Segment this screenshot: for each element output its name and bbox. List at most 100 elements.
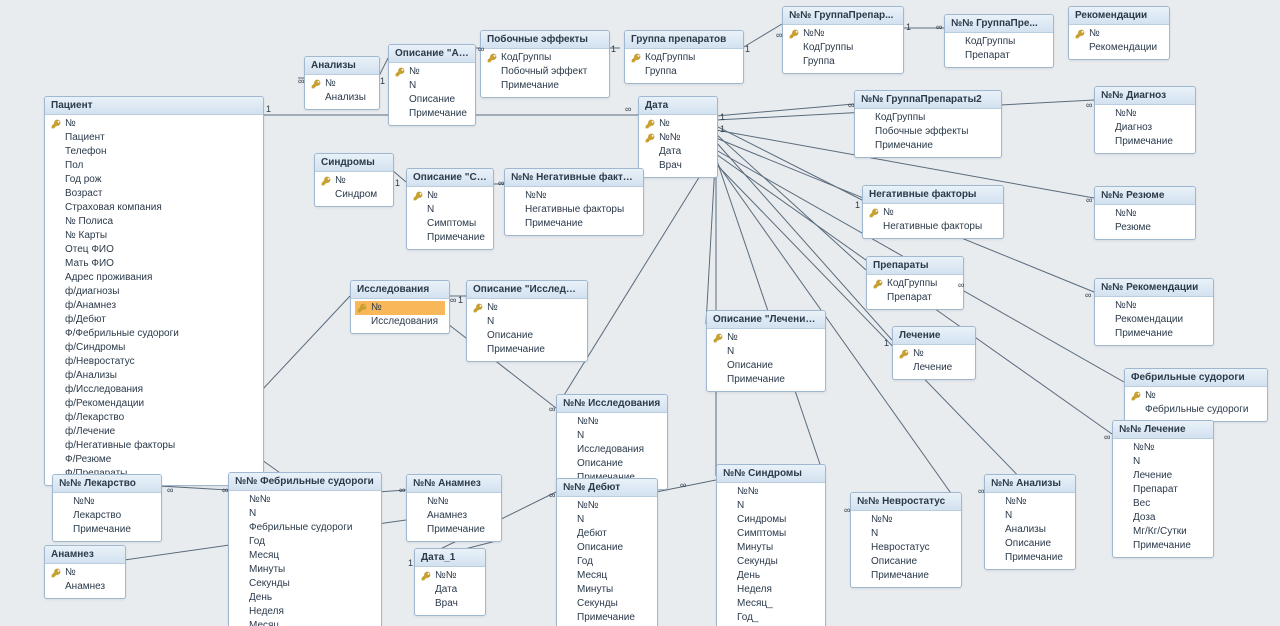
- table-t_nnres[interactable]: №№ Резюме№№Резюме: [1094, 186, 1196, 240]
- table-field[interactable]: Группа: [629, 65, 739, 79]
- table-field[interactable]: Описание: [561, 457, 663, 471]
- table-header[interactable]: Пациент: [45, 97, 263, 115]
- table-t_nngrp2[interactable]: №№ ГруппаПрепараты2КодГруппыПобочные эфф…: [854, 90, 1002, 158]
- table-field[interactable]: Лечение: [1117, 469, 1209, 483]
- table-header[interactable]: №№ Дебют: [557, 479, 657, 497]
- table-field[interactable]: Секунды: [561, 597, 653, 611]
- table-field[interactable]: Ф/Фебрильные судороги: [49, 327, 259, 341]
- table-field[interactable]: №№: [411, 495, 497, 509]
- table-field[interactable]: Примечание: [1117, 539, 1209, 553]
- table-field[interactable]: N: [855, 527, 957, 541]
- table-t_opissl[interactable]: Описание "Исследова... №NОписаниеПримечан…: [466, 280, 588, 362]
- table-field[interactable]: Фебрильные судороги: [1129, 403, 1263, 417]
- table-field[interactable]: Врач: [419, 597, 481, 611]
- table-field[interactable]: Препарат: [949, 49, 1049, 63]
- table-t_nnsynd[interactable]: №№ Синдромы№№NСиндромыСимптомыМинутыСеку…: [716, 464, 826, 626]
- table-field[interactable]: Месяц_: [233, 619, 377, 626]
- table-field[interactable]: КодГруппы: [949, 35, 1049, 49]
- table-field[interactable]: №№: [1099, 207, 1191, 221]
- table-field[interactable]: Год: [561, 555, 653, 569]
- table-field[interactable]: N: [471, 315, 583, 329]
- table-header[interactable]: Описание "Лечение"": [707, 311, 825, 329]
- table-t_date[interactable]: Дата№№№ДатаВрач: [638, 96, 718, 178]
- table-field[interactable]: №№: [509, 189, 639, 203]
- table-header[interactable]: Анализы: [305, 57, 379, 75]
- table-field[interactable]: №: [897, 347, 971, 361]
- table-field[interactable]: Адрес проживания: [49, 271, 259, 285]
- table-field[interactable]: Лекарство: [57, 509, 157, 523]
- table-field[interactable]: Примечание: [1099, 327, 1209, 341]
- table-field[interactable]: Доза: [1117, 511, 1209, 525]
- table-field[interactable]: №: [643, 117, 713, 131]
- table-field[interactable]: Негативные факторы: [867, 220, 999, 234]
- table-field[interactable]: Пол: [49, 159, 259, 173]
- table-header[interactable]: №№ Рекомендации: [1095, 279, 1213, 297]
- table-field[interactable]: Год_: [721, 611, 821, 625]
- table-field[interactable]: Синдромы: [721, 513, 821, 527]
- table-field[interactable]: Вес: [1117, 497, 1209, 511]
- table-field[interactable]: Рекомендации: [1073, 41, 1165, 55]
- table-header[interactable]: Исследования: [351, 281, 449, 299]
- table-field[interactable]: Описание: [989, 537, 1071, 551]
- table-header[interactable]: Лечение: [893, 327, 975, 345]
- table-t_side[interactable]: Побочные эффектыКодГруппыПобочный эффект…: [480, 30, 610, 98]
- table-field[interactable]: №№: [1117, 441, 1209, 455]
- table-field[interactable]: № Полиса: [49, 215, 259, 229]
- table-header[interactable]: Описание "Исследова...: [467, 281, 587, 299]
- table-t_nnissl[interactable]: №№ Исследования№№NИсследованияОписаниеПр…: [556, 394, 668, 490]
- table-field[interactable]: Месяц_: [721, 597, 821, 611]
- table-field[interactable]: Примечание: [1099, 135, 1191, 149]
- table-field[interactable]: N: [561, 513, 653, 527]
- table-t_neg[interactable]: Негативные факторы№Негативные факторы: [862, 185, 1004, 239]
- table-field[interactable]: Исследования: [561, 443, 663, 457]
- table-t_nnanam[interactable]: №№ Анамнез№№АнамнезПримечание: [406, 474, 502, 542]
- table-field[interactable]: Описание: [711, 359, 821, 373]
- table-t_prep[interactable]: ПрепаратыКодГруппыПрепарат: [866, 256, 964, 310]
- table-t_nnfeb[interactable]: №№ Фебрильные судороги№№NФебрильные судо…: [228, 472, 382, 626]
- table-field[interactable]: Дата: [643, 145, 713, 159]
- table-field[interactable]: Возраст: [49, 187, 259, 201]
- table-field[interactable]: Страховая компания: [49, 201, 259, 215]
- table-t_pat[interactable]: Пациент№ПациентТелефонПолГод рожВозрастС…: [44, 96, 264, 486]
- table-header[interactable]: Группа препаратов: [625, 31, 743, 49]
- table-header[interactable]: Синдромы: [315, 154, 393, 172]
- table-header[interactable]: №№ Диагноз: [1095, 87, 1195, 105]
- table-field[interactable]: ф/диагнозы: [49, 285, 259, 299]
- table-field[interactable]: День: [721, 569, 821, 583]
- table-t_nnlek[interactable]: №№ Лекарство№№ЛекарствоПримечание: [52, 474, 162, 542]
- table-field[interactable]: №: [355, 301, 445, 315]
- table-t_nngrp0[interactable]: №№ ГруппаПре...КодГруппыПрепарат: [944, 14, 1054, 68]
- table-t_nnnevr[interactable]: №№ Невростатус№№NНевростатусОписаниеПрим…: [850, 492, 962, 588]
- table-field[interactable]: №: [393, 65, 471, 79]
- table-field[interactable]: Мг/Кг/Сутки: [1117, 525, 1209, 539]
- table-field[interactable]: Резюме: [1099, 221, 1191, 235]
- table-header[interactable]: №№ Негативные факторы: [505, 169, 643, 187]
- table-field[interactable]: Примечание: [471, 343, 583, 357]
- table-t_nnneg[interactable]: №№ Негативные факторы№№Негативные фактор…: [504, 168, 644, 236]
- table-field[interactable]: КодГруппы: [859, 111, 997, 125]
- table-field[interactable]: №: [1129, 389, 1263, 403]
- table-field[interactable]: Исследования: [355, 315, 445, 329]
- table-t_issl[interactable]: Исследования№Исследования: [350, 280, 450, 334]
- table-field[interactable]: №: [867, 206, 999, 220]
- table-field[interactable]: №№: [855, 513, 957, 527]
- table-field[interactable]: КодГруппы: [485, 51, 605, 65]
- table-field[interactable]: N: [1117, 455, 1209, 469]
- table-field[interactable]: №: [49, 566, 121, 580]
- table-field[interactable]: N: [411, 203, 489, 217]
- table-field[interactable]: N: [711, 345, 821, 359]
- table-field[interactable]: Врач: [643, 159, 713, 173]
- table-field[interactable]: N: [721, 499, 821, 513]
- table-field[interactable]: N: [393, 79, 471, 93]
- table-field[interactable]: Примечание: [989, 551, 1071, 565]
- table-field[interactable]: №: [309, 77, 375, 91]
- table-field[interactable]: Дебют: [561, 527, 653, 541]
- table-field[interactable]: Лечение: [897, 361, 971, 375]
- table-field[interactable]: №: [411, 189, 489, 203]
- table-t_nnanal[interactable]: №№ Анализы№№NАнализыОписаниеПримечание: [984, 474, 1076, 570]
- table-t_anam[interactable]: Анамнез№Анамнез: [44, 545, 126, 599]
- table-field[interactable]: Симптомы: [721, 527, 821, 541]
- table-field[interactable]: №: [471, 301, 583, 315]
- table-field[interactable]: Неделя: [233, 605, 377, 619]
- table-field[interactable]: Описание: [471, 329, 583, 343]
